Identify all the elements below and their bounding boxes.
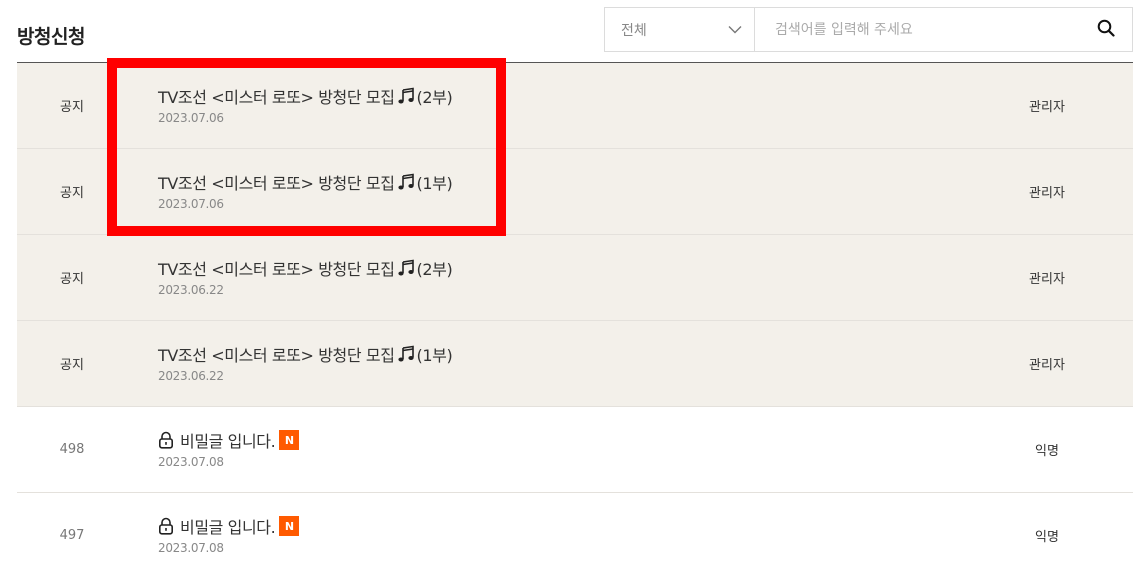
music-note-icon [397, 173, 415, 191]
post-date: 2023.07.08 [158, 541, 224, 555]
table-row[interactable]: 공지 TV조선 <미스터 로또> 방청단 모집 (2부) 2023.07.06 … [17, 63, 1133, 149]
table-row[interactable]: 498 비밀글 입니다. N 2023.07.08 익명 [17, 407, 1133, 493]
table-row[interactable]: 공지 TV조선 <미스터 로또> 방청단 모집 (2부) 2023.06.22 … [17, 235, 1133, 321]
search-icon [1097, 19, 1115, 40]
board-title: 방청신청 [17, 26, 85, 48]
post-title: 비밀글 입니다. [180, 432, 276, 451]
post-author: 관리자 [1029, 100, 1065, 115]
table-row[interactable]: 497 비밀글 입니다. N 2023.07.08 익명 [17, 493, 1133, 562]
post-title-suffix: (2부) [416, 260, 453, 279]
post-title-link[interactable]: 비밀글 입니다. N [158, 515, 300, 537]
post-title-link[interactable]: TV조선 <미스터 로또> 방청단 모집 (2부) [158, 85, 453, 107]
post-date: 2023.06.22 [158, 369, 224, 383]
post-list: 공지 TV조선 <미스터 로또> 방청단 모집 (2부) 2023.07.06 … [17, 62, 1133, 562]
lock-icon [158, 517, 174, 535]
post-author: 익명 [1035, 530, 1059, 545]
post-number: 497 [59, 528, 85, 543]
post-date: 2023.07.06 [158, 197, 224, 211]
post-number: 공지 [60, 272, 84, 287]
post-date: 2023.07.08 [158, 455, 224, 469]
search-bar: 전체 [604, 7, 1133, 52]
post-number: 공지 [60, 186, 84, 201]
post-author: 익명 [1035, 444, 1059, 459]
post-title-link[interactable]: TV조선 <미스터 로또> 방청단 모집 (2부) [158, 257, 453, 279]
table-row[interactable]: 공지 TV조선 <미스터 로또> 방청단 모집 (1부) 2023.06.22 … [17, 321, 1133, 407]
post-author: 관리자 [1029, 186, 1065, 201]
post-date: 2023.07.06 [158, 111, 224, 125]
post-number: 498 [59, 442, 85, 457]
post-author: 관리자 [1029, 358, 1065, 373]
post-title-suffix: (1부) [416, 346, 453, 365]
post-title-link[interactable]: TV조선 <미스터 로또> 방청단 모집 (1부) [158, 171, 453, 193]
post-number: 공지 [60, 100, 84, 115]
search-button[interactable] [1080, 8, 1132, 51]
new-badge: N [279, 516, 300, 536]
search-input[interactable] [755, 8, 1080, 51]
post-title: TV조선 <미스터 로또> 방청단 모집 [158, 260, 395, 279]
post-title-suffix: (1부) [416, 174, 453, 193]
new-badge: N [279, 430, 300, 450]
chevron-down-icon [728, 23, 742, 37]
music-note-icon [397, 345, 415, 363]
post-title-link[interactable]: 비밀글 입니다. N [158, 429, 300, 451]
search-category-value: 전체 [621, 22, 647, 39]
search-category-select[interactable]: 전체 [605, 8, 755, 51]
post-title: TV조선 <미스터 로또> 방청단 모집 [158, 346, 395, 365]
post-title: TV조선 <미스터 로또> 방청단 모집 [158, 174, 395, 193]
post-author: 관리자 [1029, 272, 1065, 287]
table-row[interactable]: 공지 TV조선 <미스터 로또> 방청단 모집 (1부) 2023.07.06 … [17, 149, 1133, 235]
music-note-icon [397, 259, 415, 277]
post-title-suffix: (2부) [416, 88, 453, 107]
post-title: TV조선 <미스터 로또> 방청단 모집 [158, 88, 395, 107]
post-title: 비밀글 입니다. [180, 518, 276, 537]
lock-icon [158, 431, 174, 449]
post-date: 2023.06.22 [158, 283, 224, 297]
post-title-link[interactable]: TV조선 <미스터 로또> 방청단 모집 (1부) [158, 343, 453, 365]
music-note-icon [397, 87, 415, 105]
post-number: 공지 [60, 358, 84, 373]
